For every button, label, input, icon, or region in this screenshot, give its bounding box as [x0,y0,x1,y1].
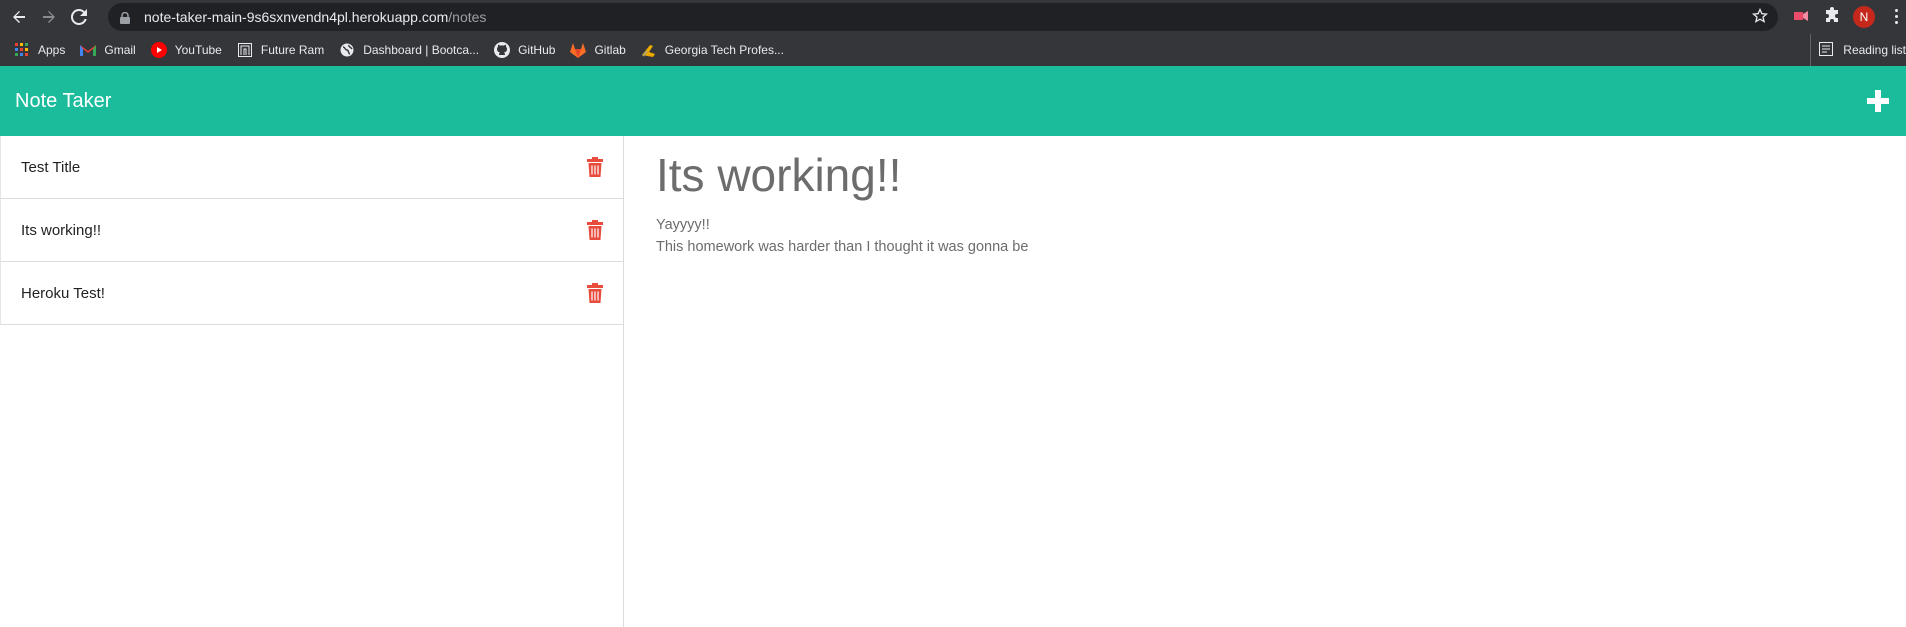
bookmark-future-ram[interactable]: Future Ram [237,42,324,58]
address-bar[interactable]: note-taker-main-9s6sxnvendn4pl.herokuapp… [108,3,1778,31]
profile-avatar[interactable]: N [1853,6,1875,28]
bookmark-gmail[interactable]: Gmail [80,42,136,58]
arrow-right-icon [43,11,55,23]
note-list-item[interactable]: Its working!! [0,199,623,262]
trash-icon[interactable] [587,157,603,177]
gmail-icon [80,42,97,58]
extension-red-icon[interactable] [1792,7,1810,30]
note-list-item[interactable]: Test Title [0,136,623,199]
reading-list-label: Reading list [1843,43,1906,57]
new-note-plus-icon[interactable] [1865,88,1891,114]
arrow-left-icon [13,11,25,23]
bookmark-label: GitHub [518,43,556,57]
bookmark-star-icon[interactable] [1751,7,1769,29]
bookmark-label: YouTube [174,43,222,57]
note-text-area[interactable]: Yayyyy!! This homework was harder than I… [656,214,1874,258]
note-list-item-title: Its working!! [21,221,102,239]
note-list-item[interactable]: Heroku Test! [0,262,623,325]
browser-menu-icon[interactable] [1895,9,1899,25]
note-title-input[interactable]: Its working!! [656,148,1874,202]
georgia-tech-icon [641,42,657,58]
app-title[interactable]: Note Taker [15,90,111,113]
bookmark-label: Georgia Tech Profes... [664,43,784,57]
note-list-item-title: Heroku Test! [21,284,105,302]
note-editor: Its working!! Yayyyy!! This homework was… [624,136,1906,627]
bookmark-youtube[interactable]: YouTube [150,42,222,58]
reading-list-icon [1819,42,1835,58]
reading-list-button[interactable]: Reading list [1810,34,1906,66]
bookmark-gitlab[interactable]: Gitlab [570,42,626,58]
main-area: Test Title Its working!! Heroku Test! It… [0,136,1906,627]
browser-toolbar: note-taker-main-9s6sxnvendn4pl.herokuapp… [0,0,1906,34]
extensions-puzzle-icon[interactable] [1823,7,1841,30]
app-navbar: Note Taker [0,66,1906,136]
youtube-icon [150,42,167,58]
back-button[interactable] [8,6,30,28]
bookmark-label: Apps [38,43,66,57]
reload-button[interactable] [68,6,90,28]
bookmark-label: Dashboard | Bootca... [363,43,480,57]
apps-grid-icon [14,42,30,58]
trash-icon[interactable] [587,283,603,303]
bookmark-apps[interactable]: Apps [14,42,65,58]
bookmark-label: Gmail [104,43,136,57]
globe-icon [339,42,355,58]
trash-icon[interactable] [587,220,603,240]
notes-list: Test Title Its working!! Heroku Test! [0,136,624,627]
lock-icon [120,11,130,24]
url-text: note-taker-main-9s6sxnvendn4pl.herokuapp… [144,9,486,25]
bookmark-georgia-tech[interactable]: Georgia Tech Profes... [641,42,784,58]
gitlab-icon [570,42,587,58]
bookmarks-bar: Apps Gmail YouTube Future Ram Dashboard … [0,34,1906,66]
reload-icon [71,9,87,25]
github-icon [494,42,511,58]
bookmark-github[interactable]: GitHub [494,42,555,58]
url-path: /notes [448,9,487,25]
bookmark-label: Gitlab [594,43,626,57]
note-list-item-title: Test Title [21,158,81,176]
bookmark-label: Future Ram [260,43,325,57]
forward-button[interactable] [38,6,60,28]
url-host: note-taker-main-9s6sxnvendn4pl.herokuapp… [144,9,449,25]
bookmark-dashboard[interactable]: Dashboard | Bootca... [339,42,479,58]
future-ram-icon [237,42,253,58]
